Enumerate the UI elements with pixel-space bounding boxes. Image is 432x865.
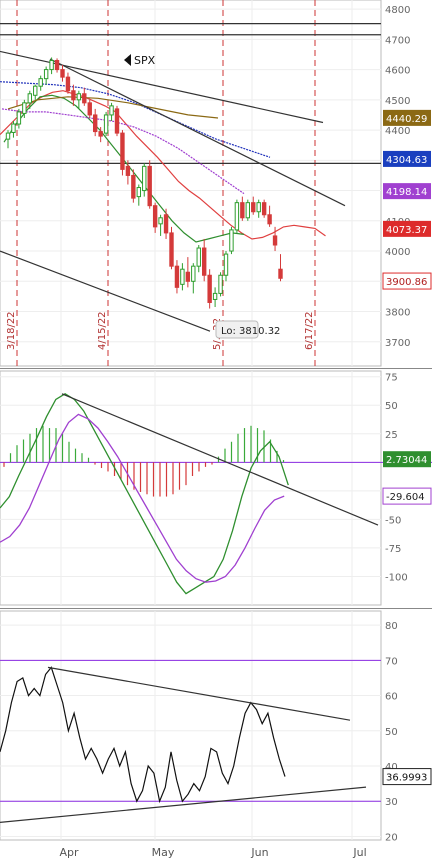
macd-panel-frame	[0, 370, 382, 606]
macd-badge-label: 2.73044	[386, 455, 427, 466]
candle-body	[93, 114, 98, 133]
chart-canvas: 3/18/224/15/225/...226/17/22 37003800390…	[0, 0, 432, 859]
macd-tick-label: 75	[385, 373, 398, 384]
candle-body	[202, 247, 207, 276]
symbol-label: SPX	[134, 54, 156, 67]
low-annotation-label: Lo: 3810.32	[221, 326, 280, 337]
event-date-label: 3/18/22	[6, 311, 17, 350]
candle-body	[54, 59, 60, 71]
macd-tick-label: 25	[385, 430, 398, 441]
candle-body	[76, 93, 82, 101]
price-tick-label: 4800	[385, 5, 410, 16]
candle-body	[180, 268, 185, 285]
candle-body	[38, 78, 43, 87]
candle-body	[136, 187, 142, 198]
rsi-tick-label: 50	[385, 727, 398, 738]
price-tick-label: 4400	[385, 126, 410, 137]
rsi-tick-label: 20	[385, 832, 398, 843]
candle-body	[223, 253, 229, 276]
macd-badge-label: -29.604	[386, 492, 425, 503]
event-date-label: 4/15/22	[97, 311, 108, 350]
candle-body	[261, 202, 267, 216]
candle-body	[49, 59, 54, 71]
candle-body	[125, 165, 131, 176]
price-badge-label: 4304.63	[386, 155, 427, 166]
candle-body	[114, 108, 120, 134]
candle-body	[240, 202, 245, 219]
chart-root: 3/18/224/15/225/...226/17/22 37003800390…	[0, 0, 432, 861]
candle-body	[163, 214, 169, 234]
price-tick-label: 3700	[385, 338, 410, 349]
price-badge-label: 4073.37	[386, 225, 427, 236]
candle-body	[109, 105, 114, 116]
rsi-panel-frame	[0, 610, 382, 841]
candle-body	[147, 165, 152, 207]
price-tick-label: 4700	[385, 35, 410, 46]
candle-body	[207, 274, 212, 303]
rsi-tick-label: 30	[385, 797, 398, 808]
candle-body	[11, 123, 16, 133]
candle-body	[212, 292, 218, 300]
candle-body	[98, 131, 103, 137]
candle-body	[278, 268, 283, 279]
candle-body	[174, 265, 180, 288]
value-badges: 4440.29 4304.63 4198.14 4073.37 3900.86 2.730…	[382, 109, 432, 786]
candle-body	[229, 229, 234, 252]
event-date-label: 6/17/22	[304, 311, 315, 350]
macd-tick-label: 50	[385, 401, 398, 412]
candle-body	[71, 90, 76, 101]
rsi-tick-label: 60	[385, 692, 398, 703]
candle-body	[196, 247, 201, 267]
price-badge-label: 3900.86	[386, 277, 427, 288]
price-badge-label: 4198.14	[386, 187, 427, 198]
candle-body	[251, 202, 256, 213]
price-tick-label: 4600	[385, 66, 410, 77]
candle-body	[33, 85, 38, 96]
candle-body	[120, 132, 125, 170]
candle-body	[22, 102, 27, 114]
candle-body	[272, 235, 278, 246]
candle-body	[191, 265, 196, 282]
x-axis-label: Apr	[59, 846, 79, 859]
candle-body	[43, 69, 49, 80]
macd-tick-label: -100	[385, 572, 408, 583]
candle-body	[5, 132, 11, 140]
candle-body	[82, 93, 87, 104]
candle-body	[185, 271, 191, 282]
rsi-tick-label: 70	[385, 656, 398, 667]
candle-body	[142, 165, 147, 192]
candle-body	[256, 202, 261, 213]
rsi-tick-label: 80	[385, 621, 398, 632]
candle-body	[267, 214, 272, 225]
price-tick-label: 3800	[385, 308, 410, 319]
macd-tick-label: -50	[385, 515, 401, 526]
macd-tick-label: -75	[385, 544, 401, 555]
candle-body	[158, 217, 163, 225]
x-axis-label: May	[152, 846, 175, 859]
price-badge-label: 4440.29	[386, 114, 427, 125]
candle-body	[218, 274, 223, 294]
candle-body	[169, 232, 174, 267]
x-axis-label: Jun	[250, 846, 268, 859]
candle-body	[60, 69, 65, 78]
x-axis-label: Jul	[352, 846, 366, 859]
candle-body	[245, 202, 251, 219]
candle-body	[152, 205, 158, 228]
candle-body	[16, 111, 22, 125]
price-tick-label: 4500	[385, 96, 410, 107]
candle-body	[65, 76, 71, 92]
price-tick-label: 4000	[385, 247, 410, 258]
candle-body	[234, 202, 240, 231]
candle-body	[87, 102, 92, 116]
candle-body	[103, 114, 109, 134]
rsi-badge-label: 36.9993	[386, 773, 427, 784]
candle-body	[27, 93, 33, 104]
candle-body	[131, 174, 136, 199]
